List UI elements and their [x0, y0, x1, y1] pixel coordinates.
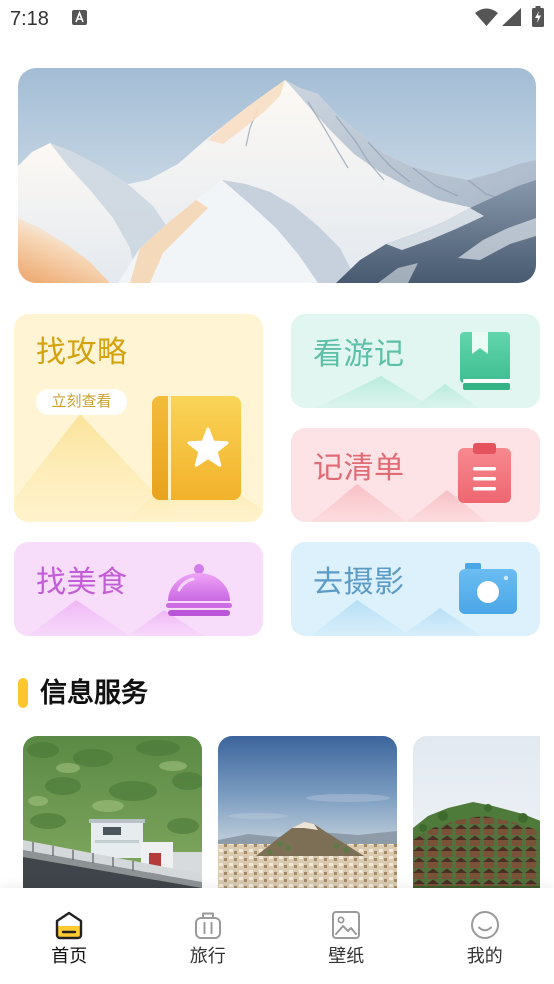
bottom-nav: 首页 旅行 壁纸 我的: [0, 888, 554, 984]
section-accent-bar: [18, 678, 28, 708]
nav-item-home[interactable]: 首页: [0, 888, 139, 984]
nav-label-home: 首页: [51, 946, 88, 966]
checklist-title: 记清单: [313, 452, 405, 485]
info-card[interactable]: [413, 736, 540, 888]
info-card-image: [218, 736, 397, 888]
photo-title: 去摄影: [313, 566, 405, 599]
checklist-card[interactable]: 记清单: [291, 428, 540, 522]
nav-item-profile[interactable]: 我的: [416, 888, 554, 984]
nav-label-profile: 我的: [466, 946, 503, 966]
nav-item-travel[interactable]: 旅行: [139, 888, 278, 984]
nav-label-wallpaper: 壁纸: [328, 946, 365, 966]
status-time: 7:18: [10, 8, 49, 30]
bookmark-book-icon: [460, 332, 510, 390]
wallpaper-icon: [330, 910, 362, 940]
food-title: 找美食: [36, 566, 128, 599]
home-icon: [53, 910, 85, 940]
travelogue-title: 看游记: [313, 338, 405, 371]
view-now-button[interactable]: 立刻查看: [36, 389, 127, 415]
nav-label-travel: 旅行: [189, 946, 226, 966]
guide-title: 找攻略: [36, 336, 128, 369]
banner-mountain-image: [18, 68, 536, 283]
info-card-image: [23, 736, 202, 888]
battery-charging-icon: [532, 6, 544, 27]
book-star-icon: [152, 396, 241, 500]
camera-icon: [459, 563, 517, 614]
profile-smile-icon: [469, 910, 501, 940]
section-title: 信息服务: [40, 678, 148, 708]
food-card[interactable]: 找美食: [14, 542, 263, 636]
signal-icon: [502, 8, 521, 26]
clipboard-icon: [458, 443, 511, 503]
info-card[interactable]: [23, 736, 202, 888]
nav-item-wallpaper[interactable]: 壁纸: [277, 888, 416, 984]
hero-banner[interactable]: [18, 68, 536, 283]
photo-card[interactable]: 去摄影: [291, 542, 540, 636]
info-card-image: [413, 736, 540, 888]
wifi-icon: [475, 8, 498, 26]
luggage-icon: [192, 910, 224, 940]
a-notification-icon: [72, 10, 87, 25]
status-bar: 7:18: [0, 0, 554, 38]
travelogue-card[interactable]: 看游记: [291, 314, 540, 408]
cloche-icon: [165, 563, 233, 616]
info-card[interactable]: [218, 736, 397, 888]
guide-card[interactable]: 找攻略 立刻查看: [14, 314, 263, 522]
info-photo-scroller[interactable]: [14, 736, 540, 888]
